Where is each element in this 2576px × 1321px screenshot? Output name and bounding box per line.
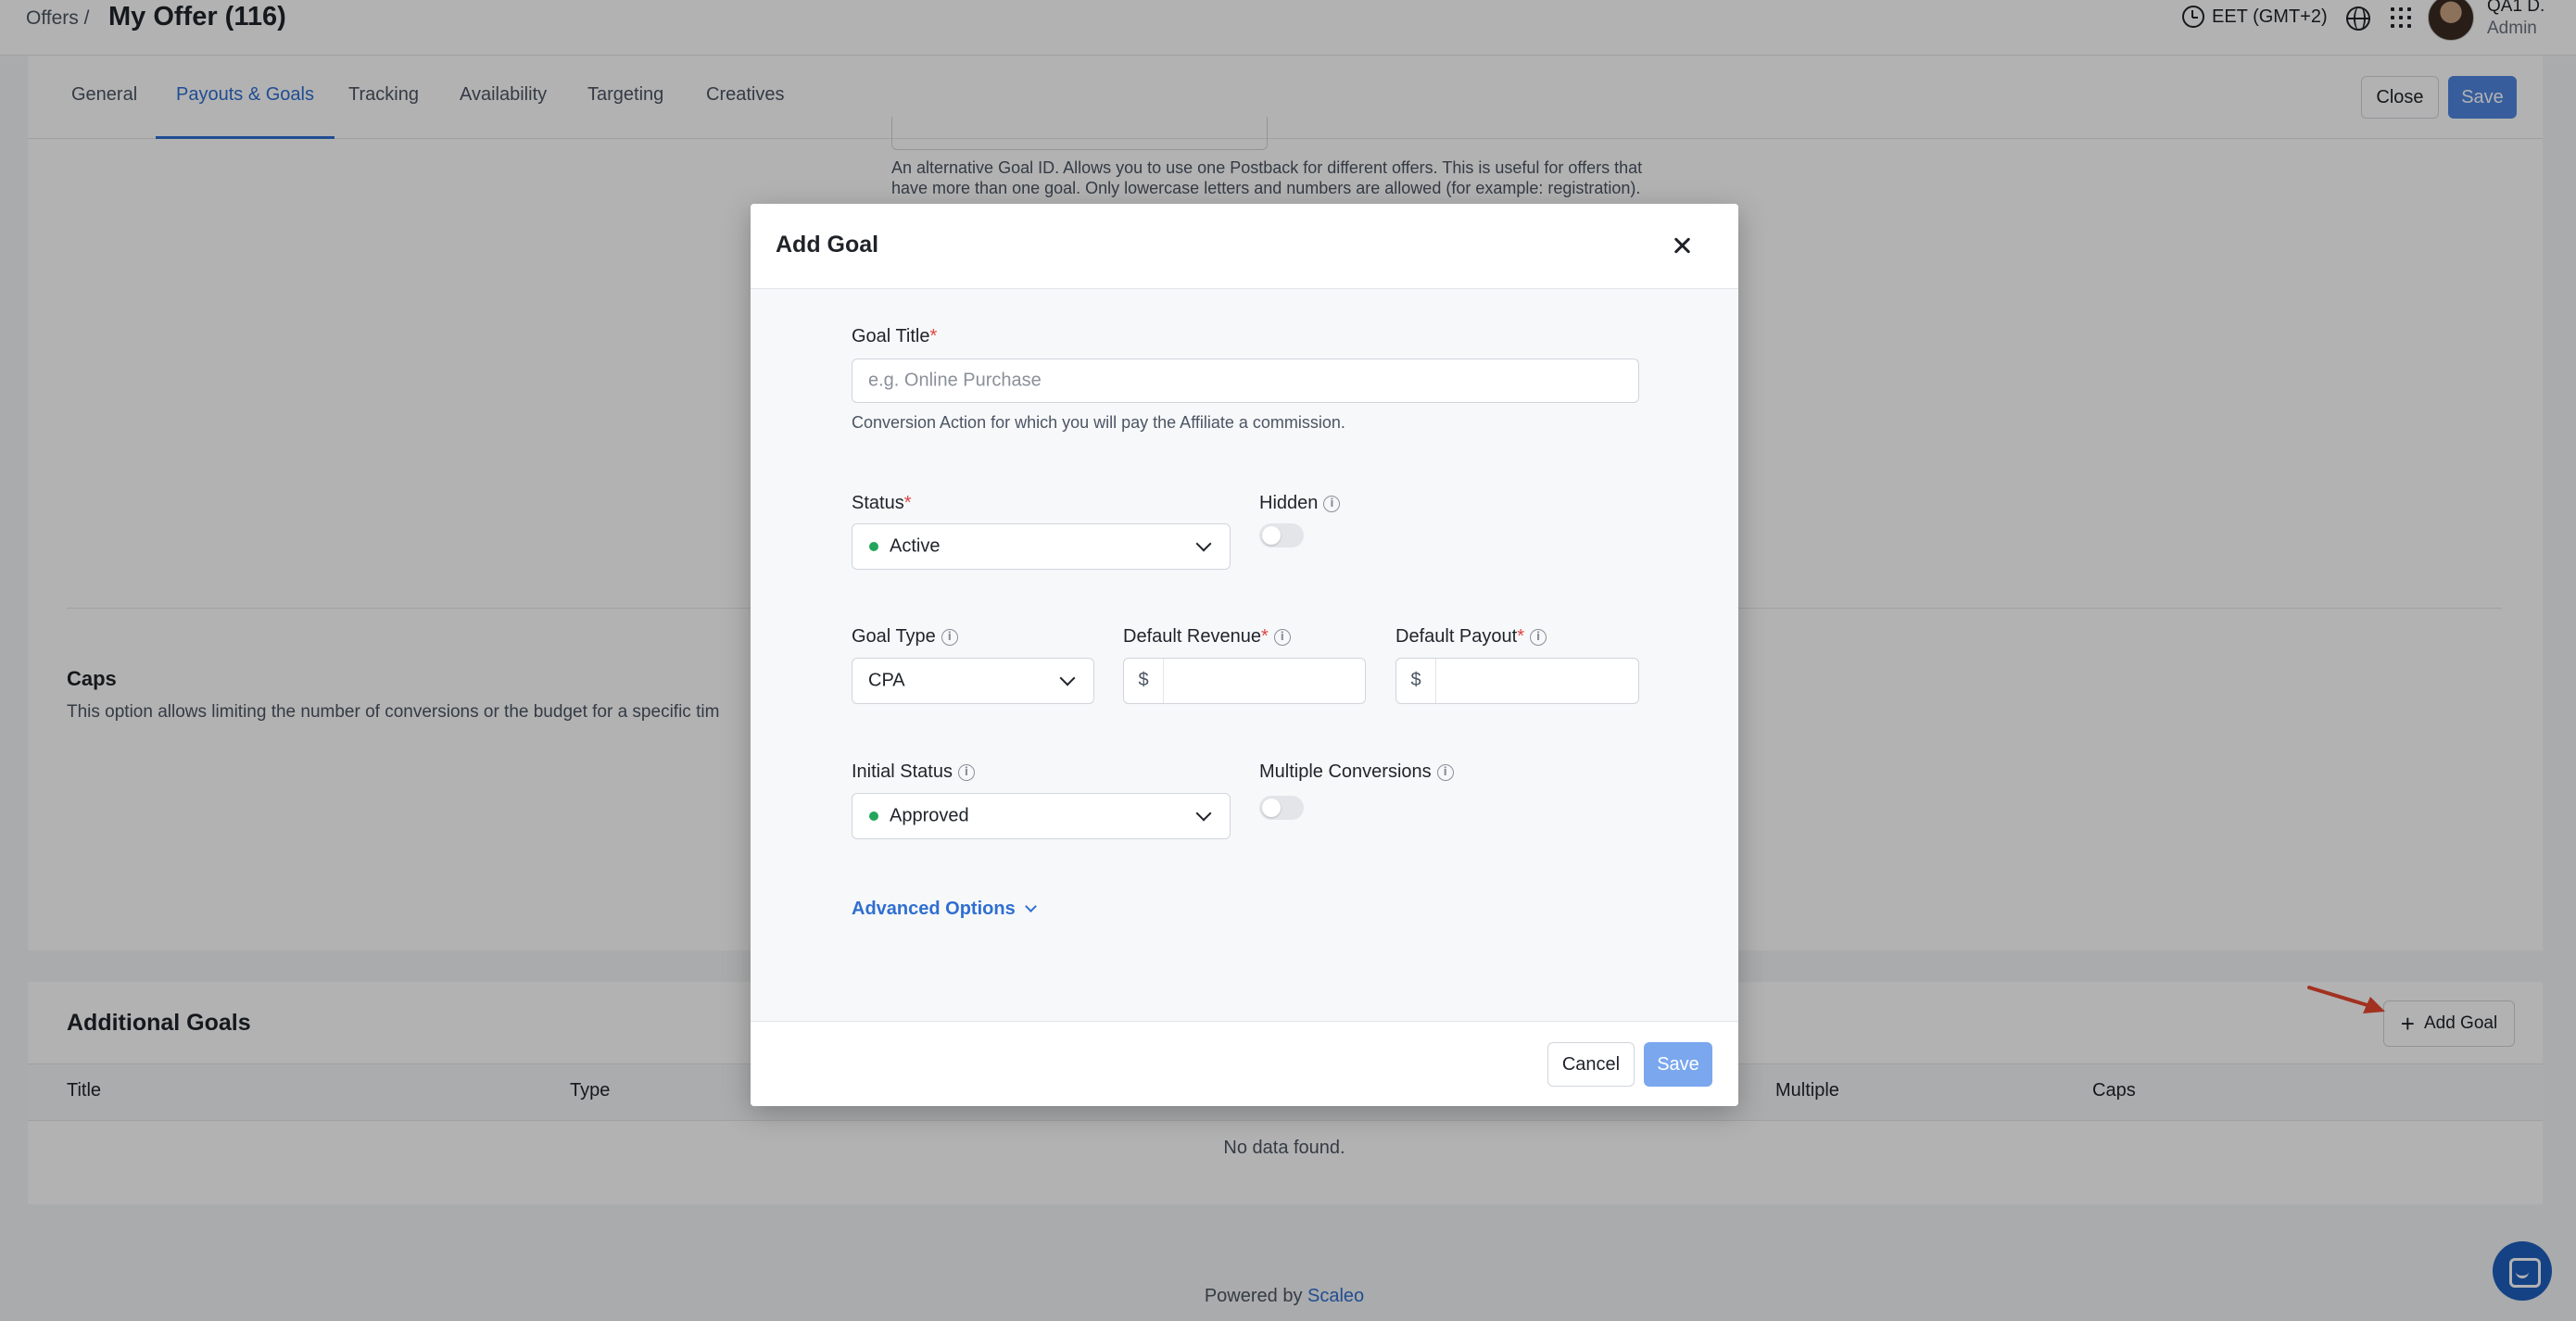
info-icon: i — [1273, 628, 1291, 646]
initial-status-value: Approved — [890, 805, 969, 826]
chevron-down-icon — [1059, 670, 1076, 686]
initial-status-select[interactable]: Approved — [852, 793, 1231, 839]
default-payout-input[interactable]: $ — [1395, 658, 1639, 704]
status-select[interactable]: Active — [852, 523, 1231, 570]
add-goal-modal: Add Goal Goal Title* e.g. Online Purchas… — [751, 204, 1738, 1106]
status-label: Status* — [852, 493, 912, 513]
default-revenue-input[interactable]: $ — [1123, 658, 1366, 704]
chevron-down-icon — [1195, 535, 1212, 552]
currency-symbol: $ — [1124, 659, 1164, 703]
modal-title: Add Goal — [776, 232, 879, 258]
modal-header: Add Goal — [751, 204, 1738, 289]
goal-title-label: Goal Title* — [852, 326, 938, 346]
multiple-conversions-label: Multiple Conversions i — [1259, 761, 1454, 783]
status-value: Active — [890, 535, 941, 557]
multiple-conversions-toggle[interactable] — [1259, 796, 1304, 820]
goal-type-label: Goal Type i — [852, 626, 958, 648]
goal-title-help: Conversion Action for which you will pay… — [852, 413, 1345, 432]
default-revenue-label: Default Revenue* i — [1123, 626, 1291, 648]
info-icon: i — [941, 628, 958, 646]
status-dot — [869, 811, 878, 821]
hidden-label: Hidden i — [1259, 493, 1341, 514]
goal-title-input[interactable]: e.g. Online Purchase — [852, 359, 1639, 403]
default-payout-label: Default Payout* i — [1395, 626, 1547, 648]
goal-type-value: CPA — [868, 670, 905, 691]
chevron-down-icon — [1024, 900, 1037, 912]
info-icon: i — [1436, 763, 1454, 781]
initial-status-label: Initial Status i — [852, 761, 975, 783]
hidden-toggle[interactable] — [1259, 523, 1304, 547]
currency-symbol: $ — [1396, 659, 1436, 703]
cancel-button[interactable]: Cancel — [1547, 1042, 1635, 1087]
modal-save-button[interactable]: Save — [1644, 1042, 1712, 1087]
info-icon: i — [957, 763, 975, 781]
chevron-down-icon — [1195, 805, 1212, 822]
goal-type-select[interactable]: CPA — [852, 658, 1094, 704]
status-dot — [869, 542, 878, 551]
info-icon: i — [1323, 495, 1341, 512]
advanced-options-link[interactable]: Advanced Options — [852, 899, 1037, 920]
modal-footer: Cancel Save — [751, 1021, 1738, 1106]
info-icon: i — [1530, 628, 1547, 646]
goal-title-placeholder: e.g. Online Purchase — [868, 370, 1042, 391]
close-icon[interactable] — [1672, 235, 1692, 256]
